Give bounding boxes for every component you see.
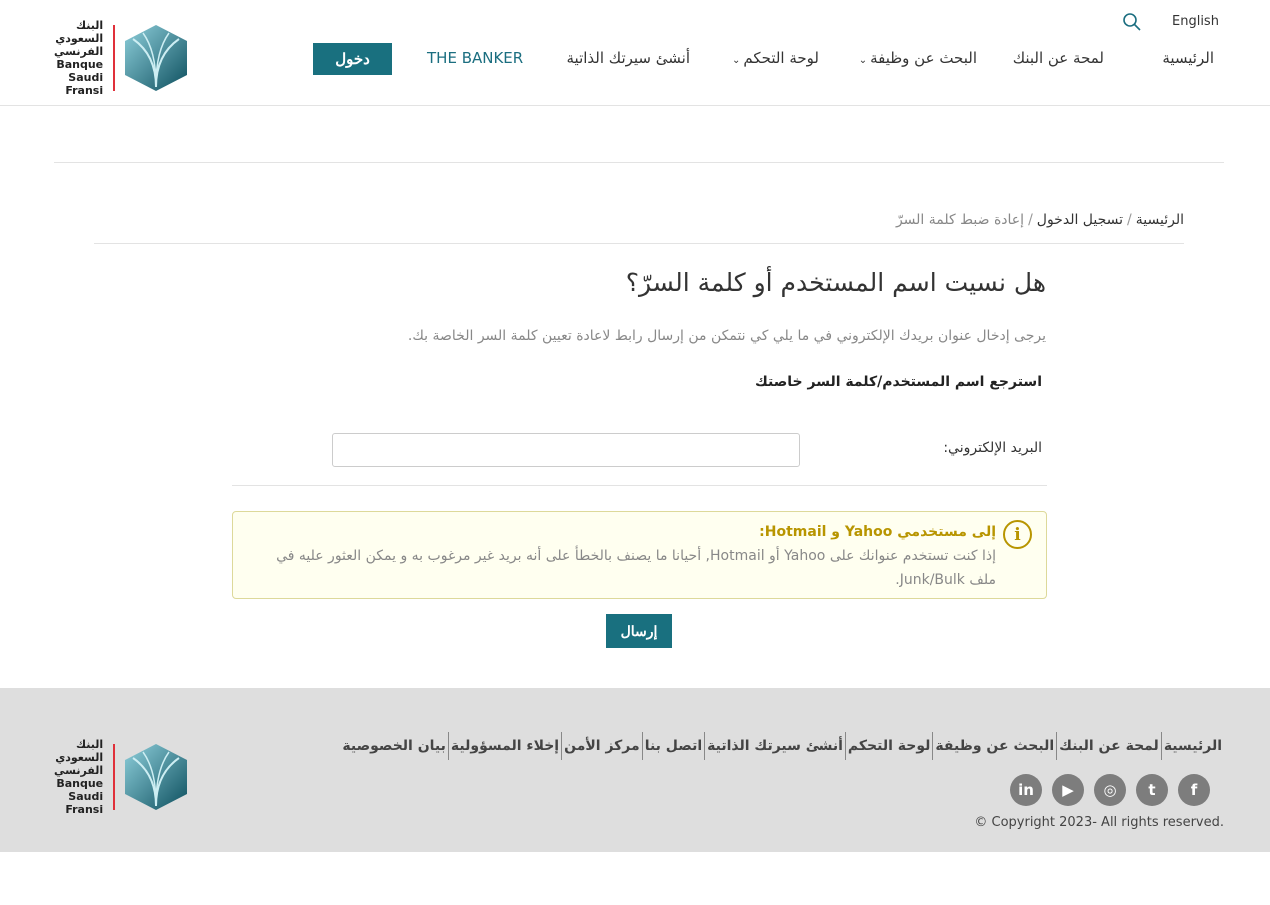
linkedin-icon[interactable]: in xyxy=(1010,774,1042,806)
breadcrumb-current: إعادة ضبط كلمة السرّ xyxy=(895,212,1025,228)
copyright: © Copyright 2023- All rights reserved. xyxy=(974,815,1224,830)
yahoo-hotmail-notice: i إلى مستخدمي Yahoo و Hotmail: إذا كنت ت… xyxy=(232,511,1047,599)
chevron-down-icon: ⌄ xyxy=(731,55,741,66)
footer-logo[interactable]: البنك السعودي الفرنسي Banque Saudi Frans… xyxy=(54,738,188,816)
email-input[interactable] xyxy=(332,433,800,467)
footer: البنك السعودي الفرنسي Banque Saudi Frans… xyxy=(0,688,1270,852)
footer-link-job-search[interactable]: البحث عن وظيفة xyxy=(932,732,1056,760)
nav-job-search[interactable]: البحث عن وظيفة⌄ xyxy=(859,49,977,67)
logo-ar-3: الفرنسي xyxy=(54,45,104,58)
footer-link-disclaimer[interactable]: إخلاء المسؤولية xyxy=(447,732,561,760)
twitter-icon[interactable]: t xyxy=(1136,774,1168,806)
form-divider xyxy=(232,485,1047,486)
nav-dashboard[interactable]: لوحة التحكم⌄ xyxy=(732,49,819,67)
footer-link-create-cv[interactable]: أنشئ سيرتك الذاتية xyxy=(704,732,845,760)
notice-title: إلى مستخدمي Yahoo و Hotmail: xyxy=(759,524,996,540)
breadcrumb-separator: / xyxy=(1127,212,1132,228)
logo-divider xyxy=(113,25,116,91)
nav-dashboard-label: لوحة التحكم xyxy=(743,49,819,67)
page-description: يرجى إدخال عنوان بريدك الإلكتروني في ما … xyxy=(407,328,1046,344)
login-button[interactable]: دخول xyxy=(313,43,392,75)
facebook-icon[interactable]: f xyxy=(1178,774,1210,806)
divider xyxy=(54,162,1224,163)
logo-divider xyxy=(113,744,116,810)
notice-body: إذا كنت تستخدم عنوانك على Yahoo أو Hotma… xyxy=(276,548,996,588)
logo-text: البنك السعودي الفرنسي Banque Saudi Frans… xyxy=(54,19,103,97)
logo-en-1: Banque xyxy=(56,777,104,790)
logo-ar-1: البنك xyxy=(76,738,104,751)
logo-cube-icon xyxy=(125,744,188,810)
language-link[interactable]: English xyxy=(1172,14,1219,29)
logo-cube-icon xyxy=(125,25,188,91)
footer-link-dashboard[interactable]: لوحة التحكم xyxy=(844,732,932,760)
breadcrumb-login[interactable]: تسجيل الدخول xyxy=(1037,212,1123,228)
page-title: هل نسيت اسم المستخدم أو كلمة السرّ؟ xyxy=(625,268,1046,297)
logo-ar-2: السعودي xyxy=(55,32,104,45)
instagram-icon[interactable]: ◎ xyxy=(1094,774,1126,806)
youtube-icon[interactable]: ▶ xyxy=(1052,774,1084,806)
logo-ar-3: الفرنسي xyxy=(54,764,104,777)
logo-ar-1: البنك xyxy=(76,19,104,32)
search-icon[interactable] xyxy=(1122,12,1142,32)
footer-link-privacy[interactable]: بيان الخصوصية xyxy=(340,732,448,760)
footer-link-security[interactable]: مركز الأمن xyxy=(561,732,642,760)
header-divider xyxy=(0,105,1270,106)
chevron-down-icon: ⌄ xyxy=(858,55,868,66)
nav-about[interactable]: لمحة عن البنك xyxy=(1013,49,1104,67)
logo-en-1: Banque xyxy=(56,58,104,71)
logo-en-3: Fransi xyxy=(65,84,104,97)
logo-en-2: Saudi xyxy=(68,790,104,803)
breadcrumb-home[interactable]: الرئيسية xyxy=(1136,212,1184,228)
logo-en-3: Fransi xyxy=(65,803,104,816)
info-icon: i xyxy=(1003,520,1032,549)
section-subtitle: استرجع اسم المستخدم/كلمة السر خاصتك xyxy=(754,374,1042,390)
nav-job-search-label: البحث عن وظيفة xyxy=(870,49,977,67)
submit-button[interactable]: إرسال xyxy=(606,614,672,648)
footer-links: الرئيسية لمحة عن البنك البحث عن وظيفة لو… xyxy=(340,732,1224,760)
logo-ar-2: السعودي xyxy=(55,751,104,764)
nav-the-banker[interactable]: THE BANKER xyxy=(427,49,523,67)
nav-create-cv[interactable]: أنشئ سيرتك الذاتية xyxy=(567,49,690,67)
breadcrumb-separator: / xyxy=(1028,212,1033,228)
email-label: البريد الإلكتروني: xyxy=(943,440,1042,456)
breadcrumb-divider xyxy=(94,243,1184,244)
logo-en-2: Saudi xyxy=(68,71,104,84)
nav-home[interactable]: الرئيسية xyxy=(1162,49,1214,67)
footer-link-contact[interactable]: اتصل بنا xyxy=(641,732,704,760)
bank-logo[interactable]: البنك السعودي الفرنسي Banque Saudi Frans… xyxy=(54,19,188,97)
social-links: f t ◎ ▶ in xyxy=(1010,774,1210,806)
footer-link-about[interactable]: لمحة عن البنك xyxy=(1056,732,1161,760)
logo-text: البنك السعودي الفرنسي Banque Saudi Frans… xyxy=(54,738,103,816)
breadcrumb: الرئيسية/تسجيل الدخول/إعادة ضبط كلمة الس… xyxy=(896,212,1184,228)
footer-link-home[interactable]: الرئيسية xyxy=(1160,732,1224,760)
